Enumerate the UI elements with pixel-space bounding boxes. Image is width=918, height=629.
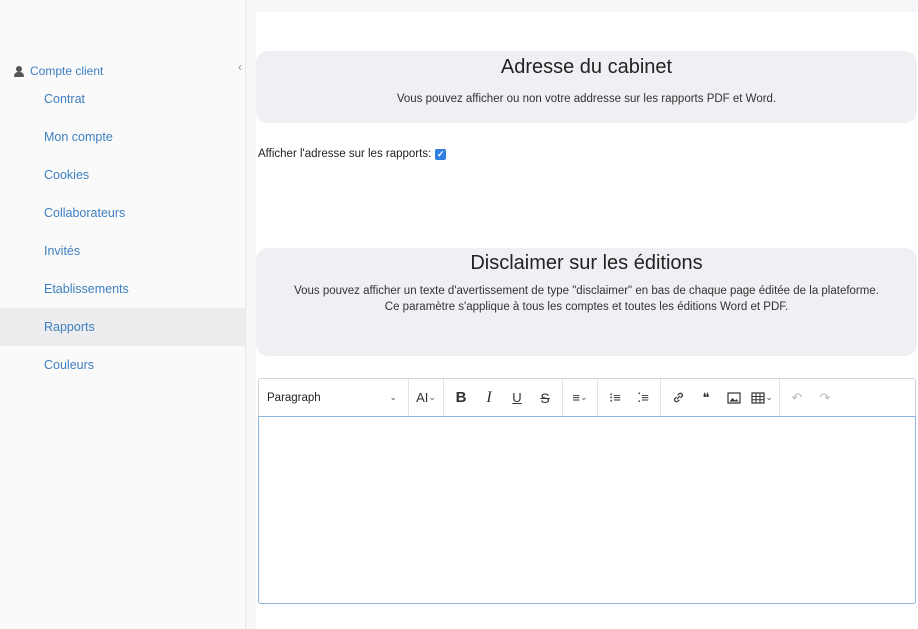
- collapse-sidebar-icon[interactable]: ‹: [238, 60, 242, 74]
- font-size-button[interactable]: AI ⌄: [412, 385, 440, 411]
- disclaimer-editor-textarea[interactable]: [258, 416, 916, 604]
- sidebar-item-etablissements[interactable]: Etablissements: [0, 270, 245, 308]
- address-section-title: Adresse du cabinet: [500, 56, 673, 78]
- sidebar-item-mon-compte[interactable]: Mon compte: [0, 118, 245, 156]
- rich-text-editor: Paragraph ⌄ AI ⌄ B I U S ≡ ⌄ ⁝≡ ⁚≡ ❝ ⌄ ↶…: [258, 378, 916, 604]
- chevron-down-icon: ⌄: [389, 392, 397, 402]
- editor-toolbar: Paragraph ⌄ AI ⌄ B I U S ≡ ⌄ ⁝≡ ⁚≡ ❝ ⌄ ↶…: [258, 378, 916, 416]
- sidebar-item-collaborateurs[interactable]: Collaborateurs: [0, 194, 245, 232]
- show-address-checkbox[interactable]: ✓: [435, 148, 447, 160]
- user-icon: [14, 65, 24, 77]
- chevron-down-icon: ⌄: [428, 392, 436, 402]
- insert-table-button[interactable]: ⌄: [748, 385, 776, 411]
- sidebar-nav: Contrat Mon compte Cookies Collaborateur…: [0, 80, 245, 384]
- sidebar-item-invites[interactable]: Invités: [0, 232, 245, 270]
- link-icon: [673, 392, 683, 403]
- sidebar-header-account[interactable]: Compte client: [14, 64, 103, 78]
- align-icon: ≡: [572, 390, 581, 405]
- sidebar-item-couleurs[interactable]: Couleurs: [0, 346, 245, 384]
- disclaimer-description-line1: Vous pouvez afficher un texte d'avertiss…: [294, 285, 879, 297]
- sidebar: Compte client ‹ Contrat Mon compte Cooki…: [0, 0, 246, 629]
- image-icon: [727, 391, 741, 404]
- disclaimer-section-header: Disclaimer sur les éditions Vous pouvez …: [256, 248, 917, 356]
- alignment-button[interactable]: ≡ ⌄: [566, 385, 594, 411]
- sidebar-item-rapports[interactable]: Rapports: [0, 308, 245, 346]
- chevron-down-icon: ⌄: [580, 392, 588, 402]
- sidebar-item-contrat[interactable]: Contrat: [0, 80, 245, 118]
- redo-button[interactable]: ↷: [811, 385, 839, 411]
- sidebar-header-label: Compte client: [30, 64, 104, 78]
- font-size-icon: AI: [416, 390, 429, 405]
- address-section-description: Vous pouvez afficher ou non votre addres…: [396, 93, 777, 105]
- italic-button[interactable]: I: [475, 385, 503, 411]
- bulleted-list-button[interactable]: ⁚≡: [629, 385, 657, 411]
- chevron-down-icon: ⌄: [765, 392, 773, 402]
- bold-button[interactable]: B: [447, 385, 475, 411]
- address-toggle-row: Afficher l'adresse sur les rapports: ✓: [258, 148, 447, 160]
- numbered-list-button[interactable]: ⁝≡: [601, 385, 629, 411]
- strikethrough-button[interactable]: S: [531, 385, 559, 411]
- underline-button[interactable]: U: [503, 385, 531, 411]
- address-section-header: Adresse du cabinet Vous pouvez afficher …: [256, 51, 917, 123]
- paragraph-format-value: Paragraph: [267, 391, 321, 404]
- disclaimer-description-line2: Ce paramètre s'applique à tous les compt…: [384, 301, 789, 313]
- disclaimer-section-title: Disclaimer sur les éditions: [470, 252, 703, 274]
- blockquote-button[interactable]: ❝: [692, 385, 720, 411]
- table-icon: [751, 391, 765, 404]
- undo-button[interactable]: ↶: [783, 385, 811, 411]
- address-checkbox-label: Afficher l'adresse sur les rapports:: [258, 148, 432, 160]
- paragraph-format-select[interactable]: Paragraph ⌄: [259, 385, 405, 411]
- link-button[interactable]: [664, 385, 692, 411]
- insert-image-button[interactable]: [720, 385, 748, 411]
- main-content: Adresse du cabinet Vous pouvez afficher …: [256, 12, 918, 629]
- sidebar-item-cookies[interactable]: Cookies: [0, 156, 245, 194]
